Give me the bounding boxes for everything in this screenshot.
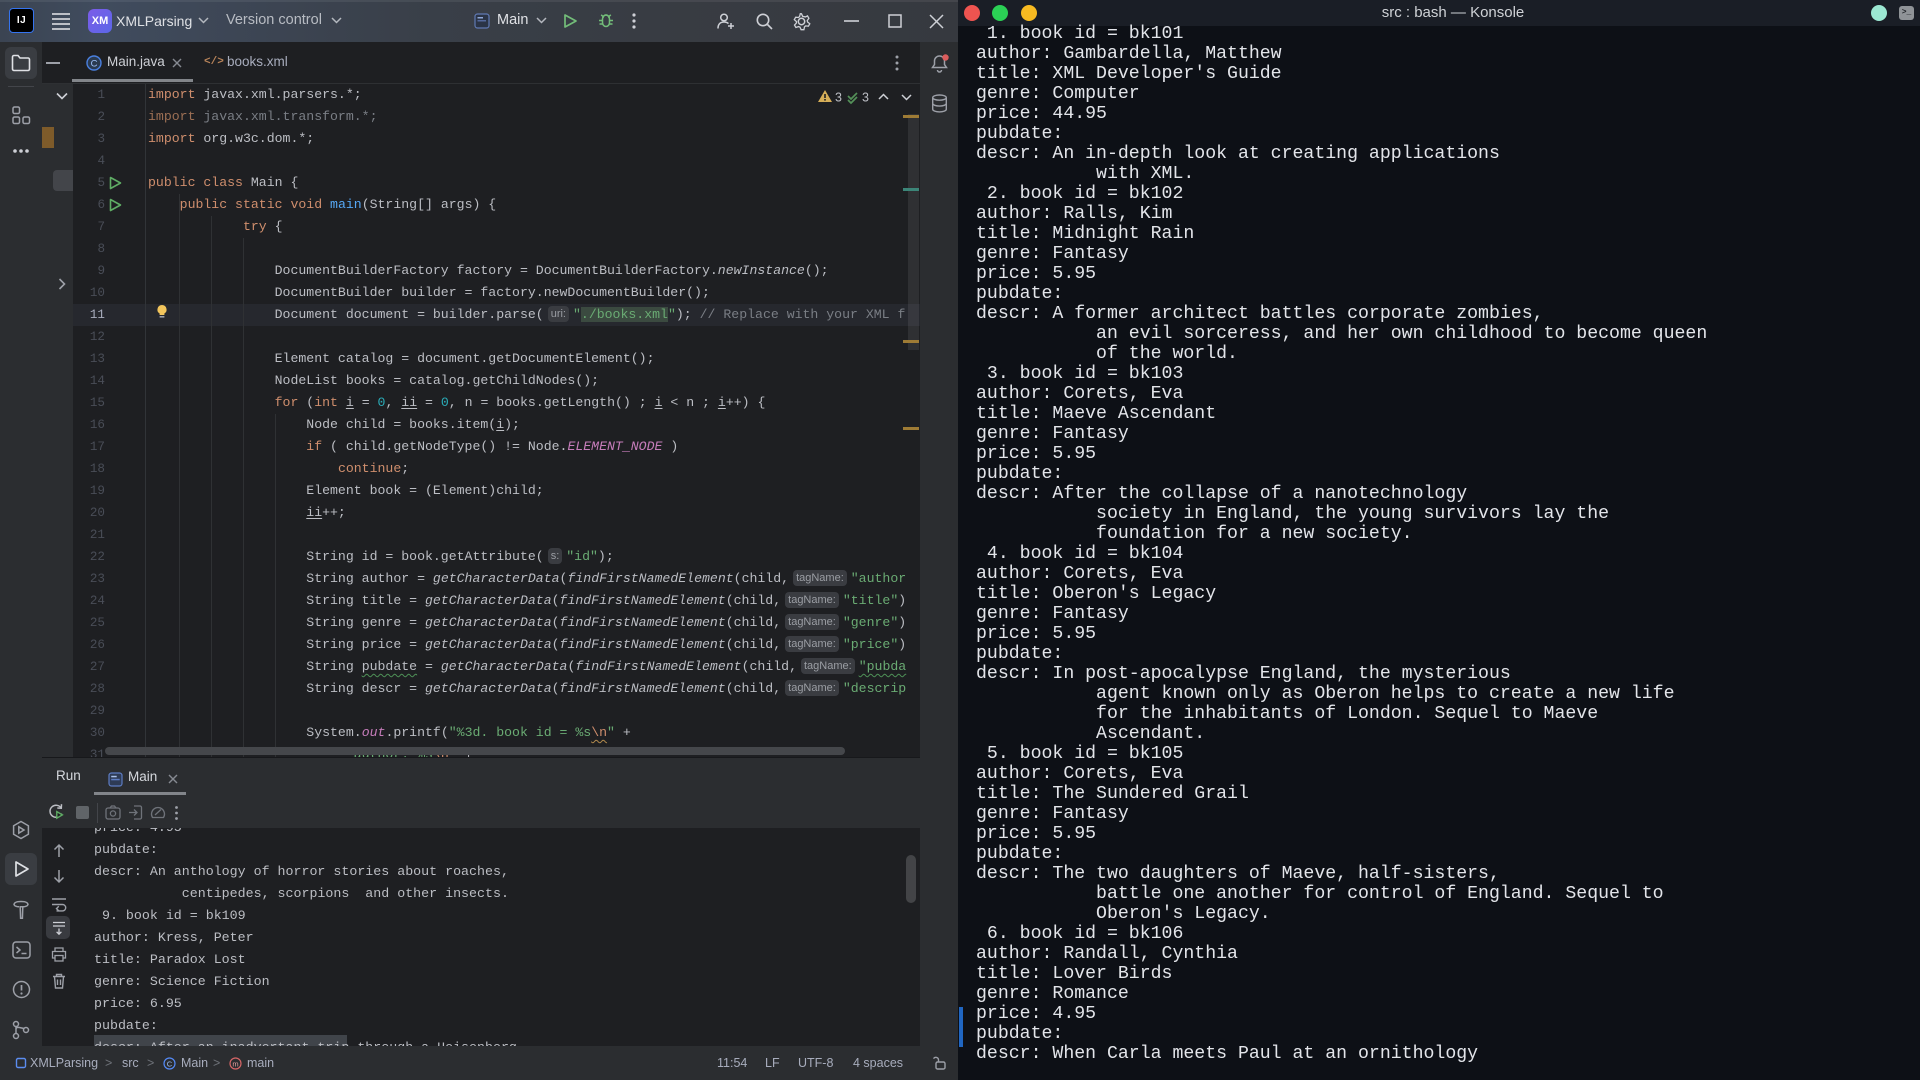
svg-text:C: C [91,59,98,70]
svg-text:m: m [232,1059,238,1068]
svg-text:C: C [167,1059,173,1068]
svg-text:3: 3 [862,91,869,105]
svg-text:3: 3 [835,91,842,105]
